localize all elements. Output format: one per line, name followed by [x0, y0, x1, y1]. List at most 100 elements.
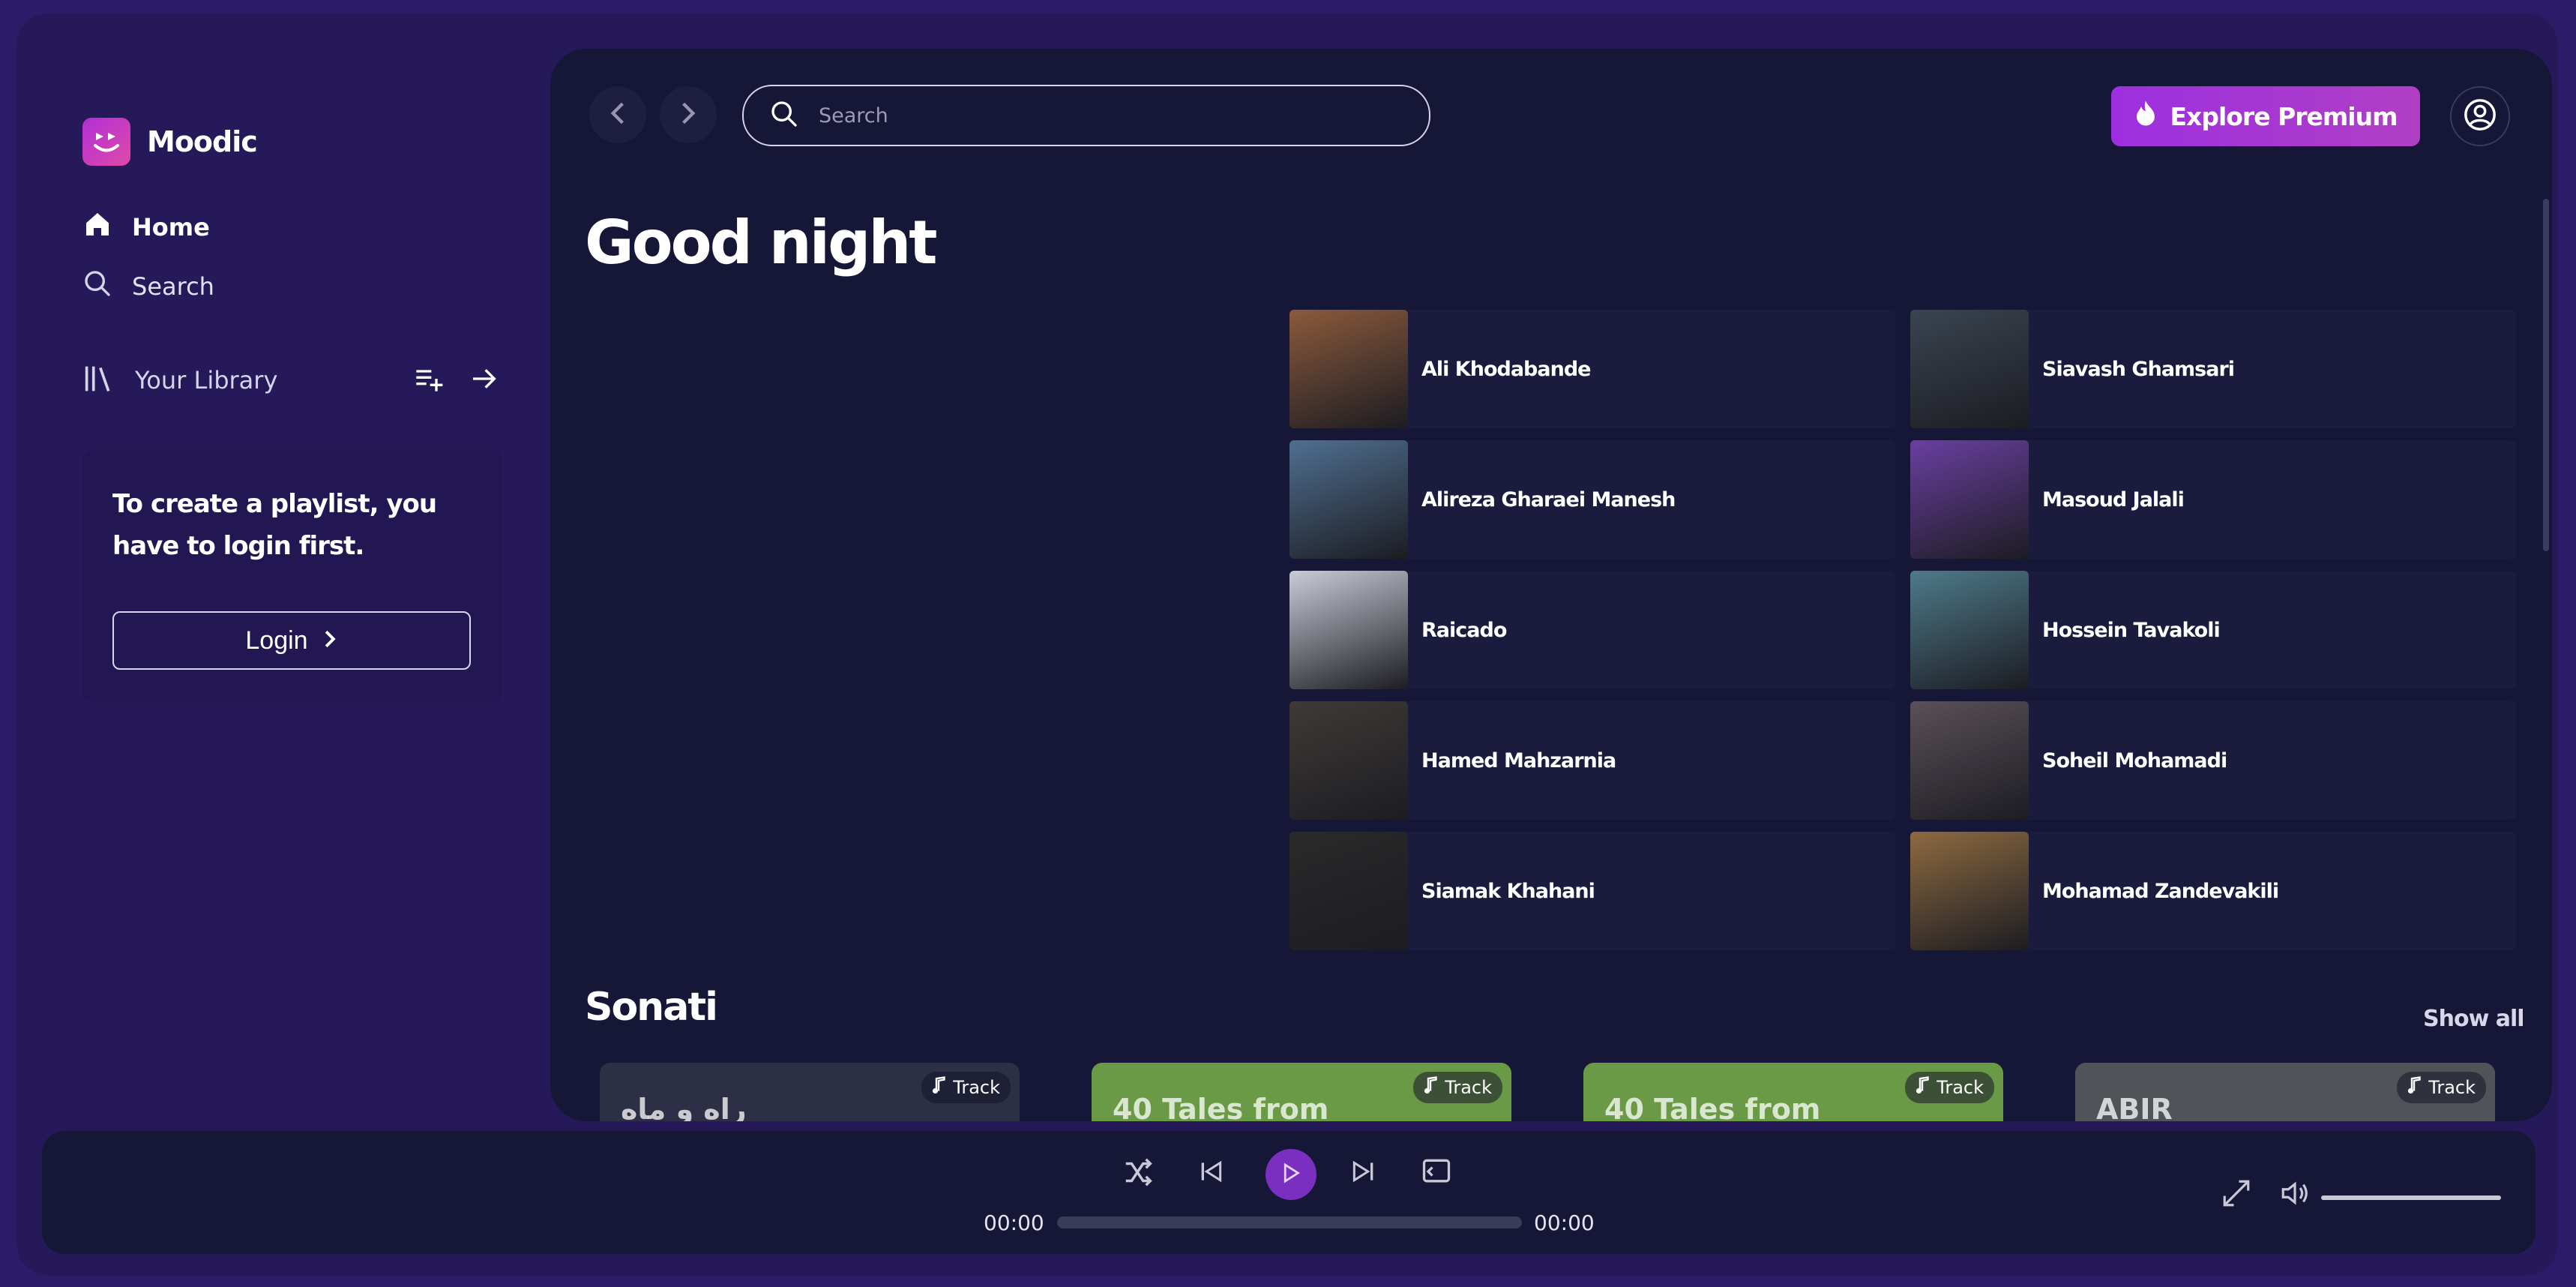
sidebar-item-label: Search	[132, 272, 214, 301]
home-icon	[82, 209, 112, 245]
sidebar-item-home[interactable]: Home	[82, 209, 210, 245]
artist-name: Hamed Mahzarnia	[1421, 748, 1616, 772]
repeat-icon	[1420, 1155, 1453, 1191]
shuffle-icon	[1122, 1155, 1156, 1192]
skip-forward-icon	[1348, 1156, 1378, 1190]
add-playlist-icon[interactable]	[414, 364, 444, 397]
total-time: 00:00	[1534, 1210, 1595, 1235]
artist-name: Hossein Tavakoli	[2042, 618, 2221, 642]
app-logo[interactable]: Moodic	[82, 118, 502, 166]
artist-card[interactable]: Ali Khodabande	[1289, 310, 1895, 428]
next-button[interactable]	[1348, 1156, 1378, 1190]
music-note-icon	[1916, 1076, 1929, 1099]
account-button[interactable]	[2450, 86, 2510, 146]
volume-icon	[2279, 1178, 2311, 1212]
search-bar[interactable]	[742, 85, 1430, 146]
section-title: Sonati	[585, 985, 718, 1030]
artist-photo	[1289, 701, 1408, 820]
current-time: 00:00	[984, 1210, 1044, 1235]
artist-photo	[1289, 310, 1408, 428]
progress-bar[interactable]	[1057, 1216, 1522, 1228]
sidebar: Moodic Home Search Your Library To creat…	[82, 118, 502, 702]
artist-card[interactable]: Alireza Gharaei Manesh	[1289, 440, 1895, 559]
artist-photo	[1910, 701, 2029, 820]
chevron-right-icon	[322, 626, 338, 656]
sidebar-item-library[interactable]: Your Library	[82, 364, 499, 397]
app-shell: Moodic Home Search Your Library To creat…	[16, 13, 2558, 1276]
shuffle-button[interactable]	[1122, 1155, 1156, 1192]
artist-card[interactable]: Masoud Jalali	[1910, 440, 2516, 559]
sidebar-item-label: Home	[132, 213, 210, 242]
artist-photo	[1910, 832, 2029, 950]
explore-premium-button[interactable]: Explore Premium	[2111, 86, 2420, 146]
artist-card[interactable]: Siamak Khahani	[1289, 832, 1895, 950]
logo-icon	[82, 118, 130, 166]
repeat-button[interactable]	[1420, 1155, 1453, 1191]
library-icon	[82, 364, 115, 397]
track-card[interactable]: 40 Tales from Track	[1092, 1063, 1511, 1121]
flame-icon	[2134, 100, 2157, 133]
track-badge-label: Track	[1936, 1077, 1984, 1098]
player-bar: 00:00 00:00	[42, 1131, 2536, 1254]
artist-card[interactable]: Hossein Tavakoli	[1910, 571, 2516, 689]
login-message: To create a playlist, you have to login …	[112, 489, 437, 561]
library-label: Your Library	[135, 366, 278, 394]
user-icon	[2463, 98, 2497, 135]
play-icon	[1281, 1162, 1301, 1186]
track-cover-text: 40 Tales from	[1113, 1093, 1329, 1121]
artist-name: Ali Khodabande	[1421, 357, 1591, 381]
track-badge-label: Track	[2428, 1077, 2476, 1098]
track-card[interactable]: راه و ماه Track	[600, 1063, 1020, 1121]
track-cover-text: ABIR	[2096, 1093, 2173, 1121]
volume-button[interactable]	[2279, 1178, 2311, 1212]
greeting-title: Good night	[585, 208, 938, 278]
track-badge: Track	[921, 1072, 1011, 1103]
artist-card[interactable]: Mohamad Zandevakili	[1910, 832, 2516, 950]
artist-photo	[1289, 832, 1408, 950]
fullscreen-button[interactable]	[2221, 1178, 2252, 1212]
expand-icon	[2221, 1178, 2252, 1212]
artist-card[interactable]: Soheil Mohamadi	[1910, 701, 2516, 820]
artist-name: Mohamad Zandevakili	[2042, 879, 2279, 903]
artist-name: Masoud Jalali	[2042, 488, 2185, 512]
artist-card[interactable]: Raicado	[1289, 571, 1895, 689]
scrollbar[interactable]	[2543, 199, 2549, 551]
premium-label: Explore Premium	[2170, 101, 2398, 131]
main-panel: Explore Premium Good night Ali Khodaband…	[550, 49, 2552, 1121]
artist-photo	[1289, 571, 1408, 689]
search-input[interactable]	[817, 103, 1405, 128]
chevron-right-icon	[678, 100, 698, 129]
app-name: Moodic	[147, 125, 258, 158]
search-icon	[82, 268, 112, 304]
artist-photo	[1910, 571, 2029, 689]
arrow-right-icon[interactable]	[469, 364, 499, 397]
music-note-icon	[1424, 1076, 1437, 1099]
music-note-icon	[2407, 1076, 2421, 1099]
chevron-left-icon	[608, 100, 628, 129]
track-card[interactable]: ABIR Track	[2075, 1063, 2495, 1121]
login-card: To create a playlist, you have to login …	[82, 450, 502, 702]
play-button[interactable]	[1266, 1149, 1316, 1200]
search-icon	[769, 99, 799, 132]
login-button[interactable]: Login	[112, 611, 471, 670]
artist-name: Soheil Mohamadi	[2042, 748, 2227, 772]
skip-back-icon	[1197, 1156, 1227, 1190]
artist-name: Raicado	[1421, 618, 1507, 642]
artist-name: Siamak Khahani	[1421, 879, 1595, 903]
previous-button[interactable]	[1197, 1156, 1227, 1190]
forward-button[interactable]	[660, 86, 717, 143]
artist-grid: Ali Khodabande Siavash Ghamsari Alireza Gh…	[1289, 310, 2542, 950]
show-all-link[interactable]: Show all	[2423, 1006, 2525, 1032]
back-button[interactable]	[589, 86, 646, 143]
volume-slider[interactable]	[2321, 1196, 2501, 1200]
sidebar-item-search[interactable]: Search	[82, 268, 214, 304]
track-badge: Track	[1905, 1072, 1994, 1103]
track-badge-label: Track	[953, 1077, 1000, 1098]
track-badge-label: Track	[1445, 1077, 1492, 1098]
artist-name: Alireza Gharaei Manesh	[1421, 488, 1676, 512]
track-card[interactable]: 40 Tales from Track	[1583, 1063, 2003, 1121]
artist-card[interactable]: Siavash Ghamsari	[1910, 310, 2516, 428]
artist-card[interactable]: Hamed Mahzarnia	[1289, 701, 1895, 820]
track-badge: Track	[1413, 1072, 1502, 1103]
artist-name: Siavash Ghamsari	[2042, 357, 2235, 381]
